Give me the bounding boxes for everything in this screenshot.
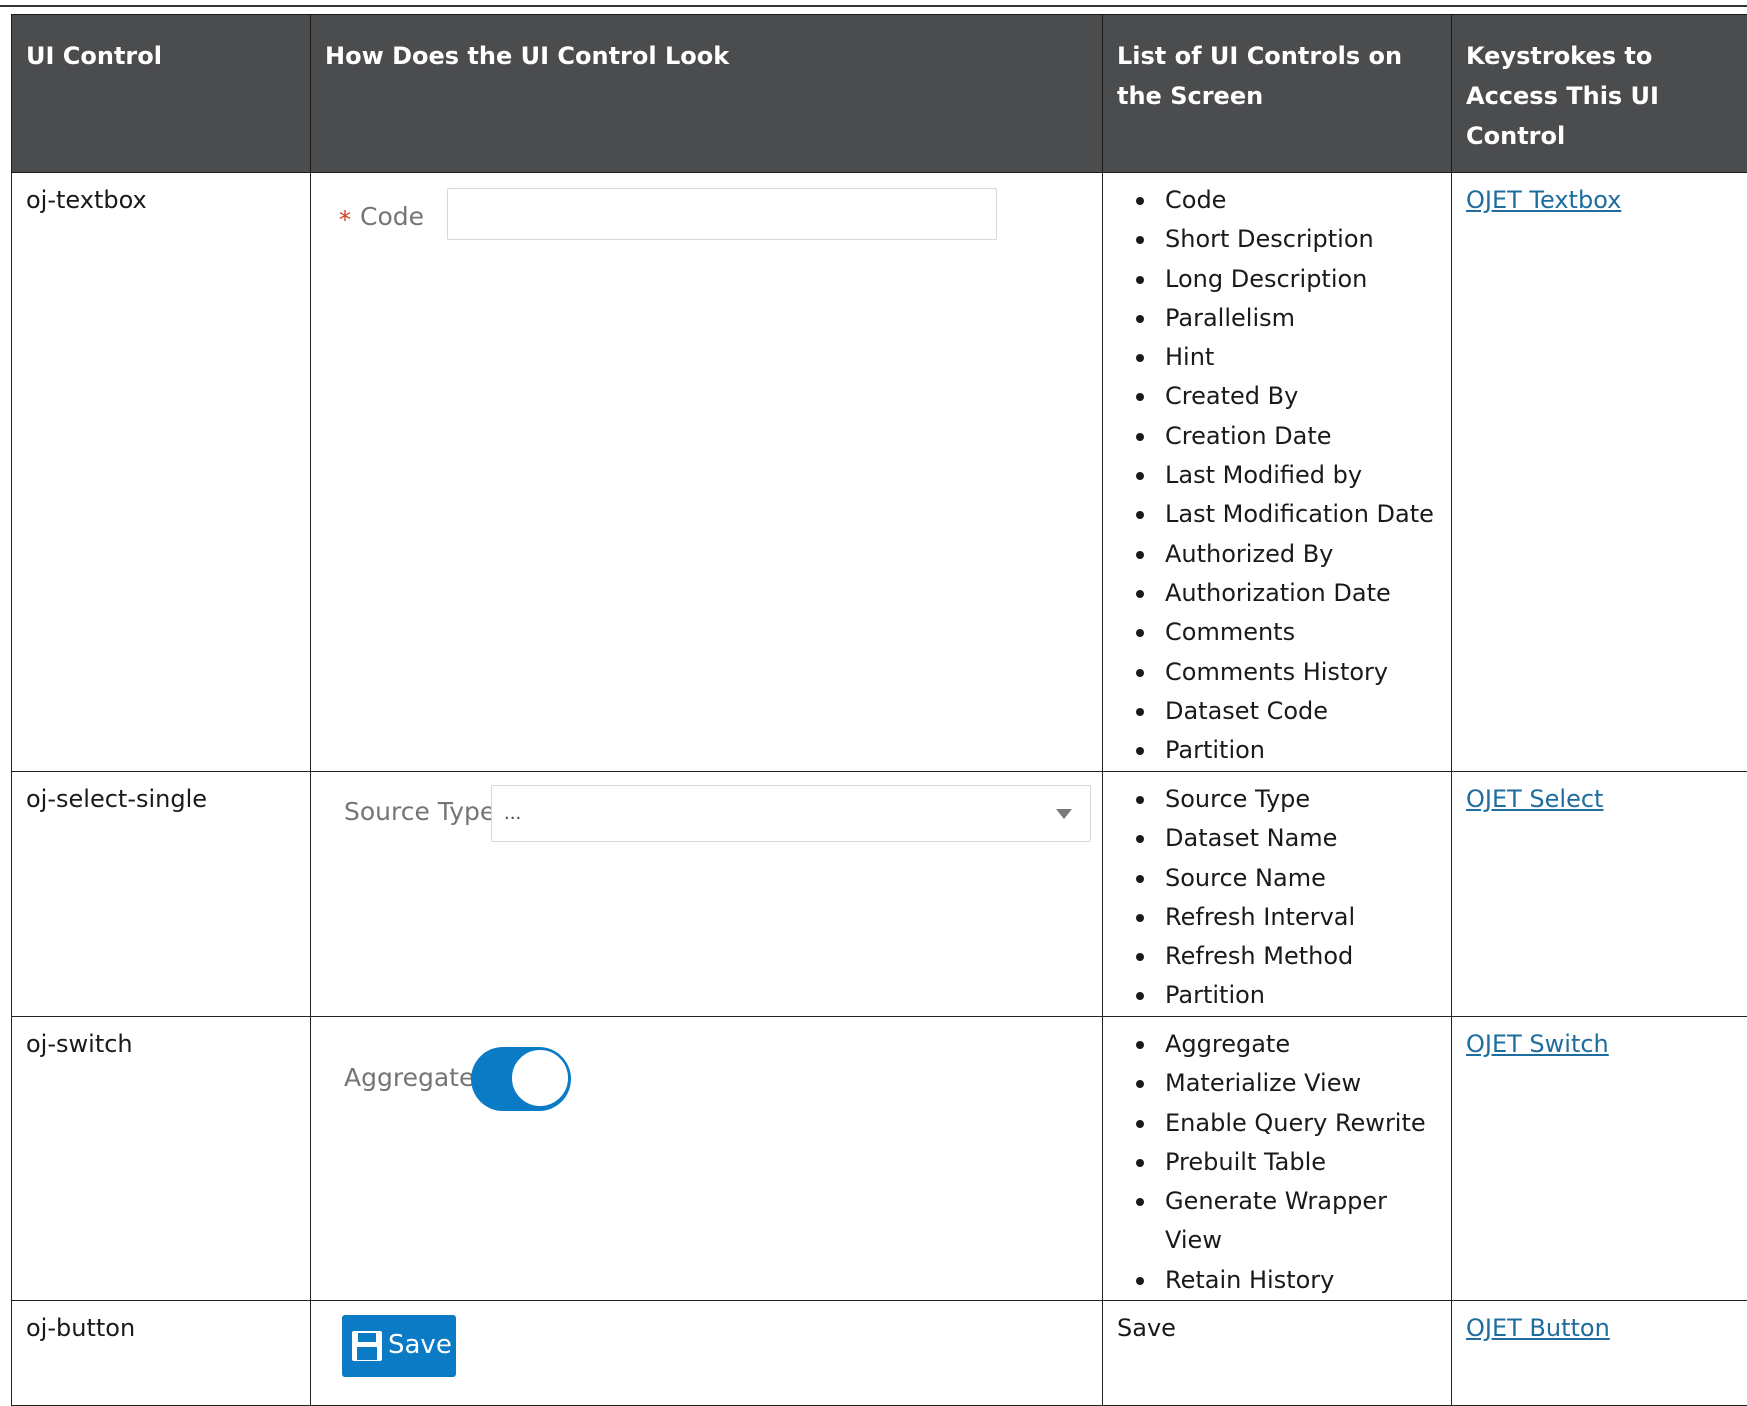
ui-control-name: oj-textbox (26, 173, 296, 220)
chevron-down-icon (1056, 809, 1072, 819)
list-item: Long Description (1117, 260, 1437, 299)
list-item: Hint (1117, 338, 1437, 377)
list-item: Refresh Method (1117, 937, 1437, 976)
select-value: ... (504, 794, 521, 833)
save-icon (351, 1330, 383, 1362)
save-button[interactable]: Save (342, 1315, 456, 1377)
table-row: oj-switch Aggregate Aggregate Materializ… (12, 1017, 1747, 1301)
list-item: Parallelism (1117, 299, 1437, 338)
ojet-textbox-link[interactable]: OJET Textbox (1466, 186, 1621, 214)
header-ui-control: UI Control (12, 15, 311, 173)
list-item: Last Modification Date (1117, 495, 1437, 534)
list-item: Materialize View (1117, 1064, 1437, 1103)
code-input[interactable] (447, 188, 997, 240)
aggregate-switch[interactable] (471, 1047, 571, 1111)
list-item: Comments History (1117, 653, 1437, 692)
list-item: Refresh Interval (1117, 898, 1437, 937)
table-row: oj-button Save Save OJET Button (12, 1301, 1747, 1406)
list-item: Authorized By (1117, 535, 1437, 574)
save-label: Save (388, 1329, 452, 1361)
list-item: Partition (1117, 731, 1437, 770)
list-item: Retain History (1117, 1261, 1437, 1300)
code-label: Code (360, 202, 424, 232)
source-type-select[interactable]: ... (491, 785, 1091, 842)
list-item: Source Type (1117, 780, 1437, 819)
list-item: Comments (1117, 613, 1437, 652)
ui-control-name: oj-switch (26, 1017, 296, 1064)
aggregate-label: Aggregate (344, 1063, 474, 1093)
list-item: Dataset Name (1117, 819, 1437, 858)
controls-list: Code Short Description Long Description … (1117, 173, 1437, 770)
list-item: Short Description (1117, 220, 1437, 259)
header-list-of-controls: List of UI Controls on the Screen (1103, 15, 1452, 173)
required-marker: * (339, 201, 351, 240)
controls-list: Aggregate Materialize View Enable Query … (1117, 1017, 1437, 1300)
list-item: Creation Date (1117, 417, 1437, 456)
list-item: Code (1117, 181, 1437, 220)
list-item: Last Modified by (1117, 456, 1437, 495)
list-item: Dataset Code (1117, 692, 1437, 731)
controls-text: Save (1117, 1301, 1437, 1348)
list-item: Enable Query Rewrite (1117, 1104, 1437, 1143)
list-item: Prebuilt Table (1117, 1143, 1437, 1182)
switch-knob (511, 1049, 569, 1107)
list-item: Partition (1117, 976, 1437, 1015)
table-row: oj-textbox * Code Code Short Description… (12, 173, 1747, 772)
header-keystrokes: Keystrokes to Access This UI Control (1452, 15, 1747, 173)
ojet-button-link[interactable]: OJET Button (1466, 1314, 1610, 1342)
list-item: Source Name (1117, 859, 1437, 898)
ui-controls-table: UI Control How Does the UI Control Look … (11, 14, 1747, 1406)
ui-control-name: oj-button (26, 1301, 296, 1348)
list-item: Authorization Date (1117, 574, 1437, 613)
source-type-label: Source Type (344, 797, 495, 827)
header-how-it-looks: How Does the UI Control Look (311, 15, 1103, 173)
table-row: oj-select-single Source Type ... Source … (12, 772, 1747, 1017)
controls-list: Source Type Dataset Name Source Name Ref… (1117, 772, 1437, 1016)
ojet-switch-link[interactable]: OJET Switch (1466, 1030, 1609, 1058)
ui-control-name: oj-select-single (26, 772, 296, 819)
list-item: Aggregate (1117, 1025, 1437, 1064)
top-rule (0, 5, 1747, 7)
list-item: Generate Wrapper View (1117, 1182, 1437, 1261)
ojet-select-link[interactable]: OJET Select (1466, 785, 1603, 813)
header-row: UI Control How Does the UI Control Look … (12, 15, 1747, 173)
list-item: Created By (1117, 377, 1437, 416)
